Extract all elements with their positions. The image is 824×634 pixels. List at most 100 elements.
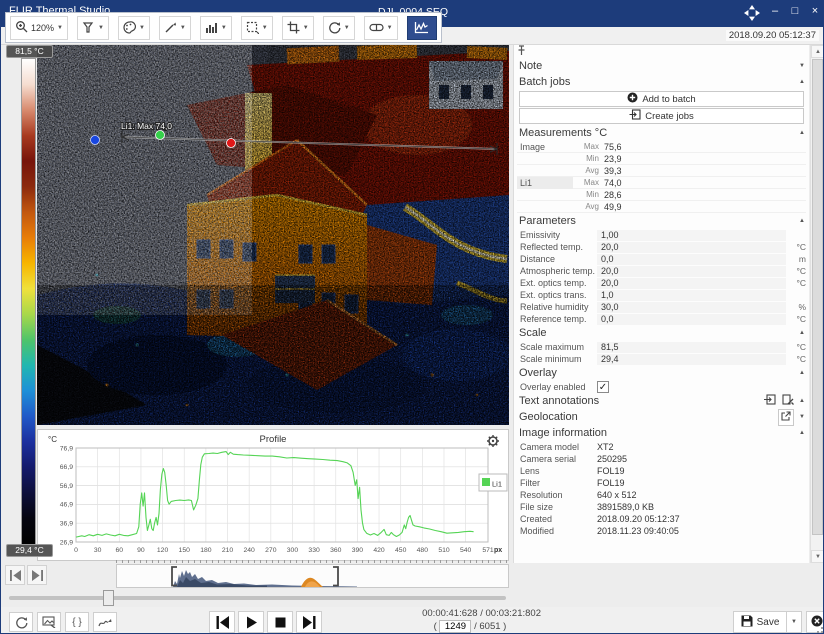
section-header-image-information[interactable]: Image information ▲ — [514, 425, 809, 441]
info-label: Created — [517, 514, 597, 524]
scroll-down-icon[interactable]: ▼ — [811, 550, 824, 563]
pin-icon[interactable] — [517, 48, 526, 59]
section-header-note[interactable]: Note ▼ — [514, 58, 809, 74]
section-header-measurements[interactable]: Measurements °C ▲ — [514, 125, 809, 141]
table-row: FilterFOL19 — [517, 477, 806, 489]
time-display: 00:00:41:628 / 00:03:21:802 ( / 6051 ) — [399, 608, 541, 633]
section-header-geolocation[interactable]: Geolocation ▼ — [514, 409, 809, 425]
svg-text:420: 420 — [373, 547, 385, 554]
frame-suffix: ) — [503, 621, 506, 632]
plot-button[interactable] — [407, 16, 437, 40]
scale-min-badge: 29,4 °C — [6, 544, 53, 557]
scale-value-field[interactable]: 29,4 — [597, 354, 786, 365]
max-marker-dot[interactable] — [227, 139, 236, 148]
measure-name — [517, 153, 573, 165]
param-value-field[interactable]: 30,0 — [597, 302, 786, 313]
add-to-batch-button[interactable]: Add to batch — [519, 91, 804, 107]
palette-button[interactable]: ▼ — [118, 16, 150, 40]
import-annotation-icon[interactable] — [763, 394, 776, 408]
measure-stat: Min — [573, 154, 599, 163]
scroll-up-icon[interactable]: ▲ — [811, 45, 824, 58]
line-endpoint-dot[interactable] — [156, 131, 165, 140]
info-value: 2018.09.20 05:12:37 — [597, 514, 680, 524]
info-label: Camera serial — [517, 454, 597, 464]
skip-to-start-button[interactable] — [209, 611, 235, 633]
play-button[interactable] — [238, 611, 264, 633]
table-row: Ext. optics temp.20,0°C — [517, 277, 806, 289]
section-header-batch-jobs[interactable]: Batch jobs ▲ — [514, 74, 809, 90]
param-value-field[interactable]: 0,0 — [597, 314, 786, 325]
chevron-down-icon: ▼ — [139, 25, 145, 31]
min-marker-dot[interactable] — [91, 136, 100, 145]
parameters-table: Emissivity1,00 Reflected temp.20,0°C Dis… — [514, 229, 809, 325]
table-row: Reflected temp.20,0°C — [517, 241, 806, 253]
seek-slider-track[interactable] — [9, 596, 506, 600]
scale-value-field[interactable]: 81,5 — [597, 342, 786, 353]
svg-text:540: 540 — [460, 547, 472, 554]
move-icon[interactable] — [743, 4, 761, 22]
braces-metadata-button[interactable]: { } — [65, 612, 89, 632]
scrollbar-thumb[interactable] — [812, 59, 823, 535]
table-row: Created2018.09.20 05:12:37 — [517, 513, 806, 525]
svg-text:360: 360 — [330, 547, 342, 554]
param-value-field[interactable]: 20,0 — [597, 266, 786, 277]
minimize-icon[interactable]: – — [765, 1, 785, 21]
table-row: Emissivity1,00 — [517, 229, 806, 241]
fusion-button[interactable]: ▼ — [364, 16, 398, 40]
measure-value: 75,6 — [599, 142, 622, 152]
signature-button[interactable] — [93, 612, 117, 632]
color-distribution-button[interactable]: ▼ — [77, 16, 109, 40]
param-unit: % — [786, 302, 806, 312]
span-histogram-strip[interactable] — [116, 564, 509, 588]
section-header-scale[interactable]: Scale ▲ — [514, 325, 809, 341]
overlay-enabled-label: Overlay enabled — [517, 382, 597, 392]
info-value: 640 x 512 — [597, 490, 637, 500]
zoom-level: 120% — [31, 23, 54, 33]
skip-to-end-button[interactable] — [296, 611, 322, 633]
measure-value: 23,9 — [599, 154, 622, 164]
goto-first-frame-button[interactable] — [5, 565, 25, 585]
time-separator: / — [480, 608, 483, 619]
stop-button[interactable] — [267, 611, 293, 633]
panel-scrollbar[interactable]: ▲ ▼ — [810, 45, 824, 563]
histogram-button[interactable]: ▼ — [200, 16, 232, 40]
param-value-field[interactable]: 0,0 — [597, 254, 786, 265]
param-value-field[interactable]: 1,00 — [597, 230, 786, 241]
section-header-text-annotations[interactable]: Text annotations ▲ — [514, 393, 809, 409]
chart-settings-gear-icon[interactable] — [487, 435, 499, 447]
selection-button[interactable]: ▼ — [241, 16, 273, 40]
param-value-field[interactable]: 20,0 — [597, 242, 786, 253]
maximize-icon[interactable]: □ — [785, 1, 805, 21]
span-right-bracket[interactable] — [333, 567, 338, 586]
resize-grip[interactable] — [816, 626, 824, 634]
section-header-parameters[interactable]: Parameters ▲ — [514, 213, 809, 229]
rotate-button[interactable]: ▼ — [323, 16, 355, 40]
save-options-dropdown[interactable]: ▼ — [787, 611, 802, 633]
export-frame-button[interactable] — [37, 612, 61, 632]
chevron-down-icon: ▼ — [57, 25, 63, 31]
measurement-tool-button[interactable]: ▼ — [159, 16, 191, 40]
loop-button[interactable] — [9, 612, 33, 632]
param-value-field[interactable]: 1,0 — [597, 290, 786, 301]
goto-last-frame-button[interactable] — [27, 565, 47, 585]
save-button[interactable]: Save — [733, 611, 787, 633]
create-jobs-button[interactable]: Create jobs — [519, 108, 804, 124]
close-icon[interactable]: × — [805, 1, 824, 21]
open-map-icon[interactable] — [778, 409, 794, 426]
table-row: Avg49,9 — [517, 201, 806, 213]
profile-panel: °C Profile 26,936,946,956,966,976,903060… — [37, 429, 509, 561]
overlay-enabled-checkbox[interactable]: ✓ — [597, 381, 609, 393]
crop-button[interactable]: ▼ — [282, 16, 314, 40]
svg-text:330: 330 — [308, 547, 320, 554]
section-header-overlay[interactable]: Overlay ▲ — [514, 365, 809, 381]
zoom-dropdown[interactable]: 120% ▼ — [10, 16, 68, 40]
svg-text:150: 150 — [179, 547, 191, 554]
measure-name — [517, 189, 573, 201]
svg-text:300: 300 — [287, 547, 299, 554]
edit-annotation-icon[interactable] — [782, 394, 794, 408]
thermal-image-canvas[interactable]: Li1: Max 74,0 — [37, 45, 509, 425]
frame-number-input[interactable] — [439, 620, 471, 633]
section-title: Scale — [519, 327, 547, 339]
seek-slider-handle[interactable] — [103, 590, 114, 606]
param-value-field[interactable]: 20,0 — [597, 278, 786, 289]
